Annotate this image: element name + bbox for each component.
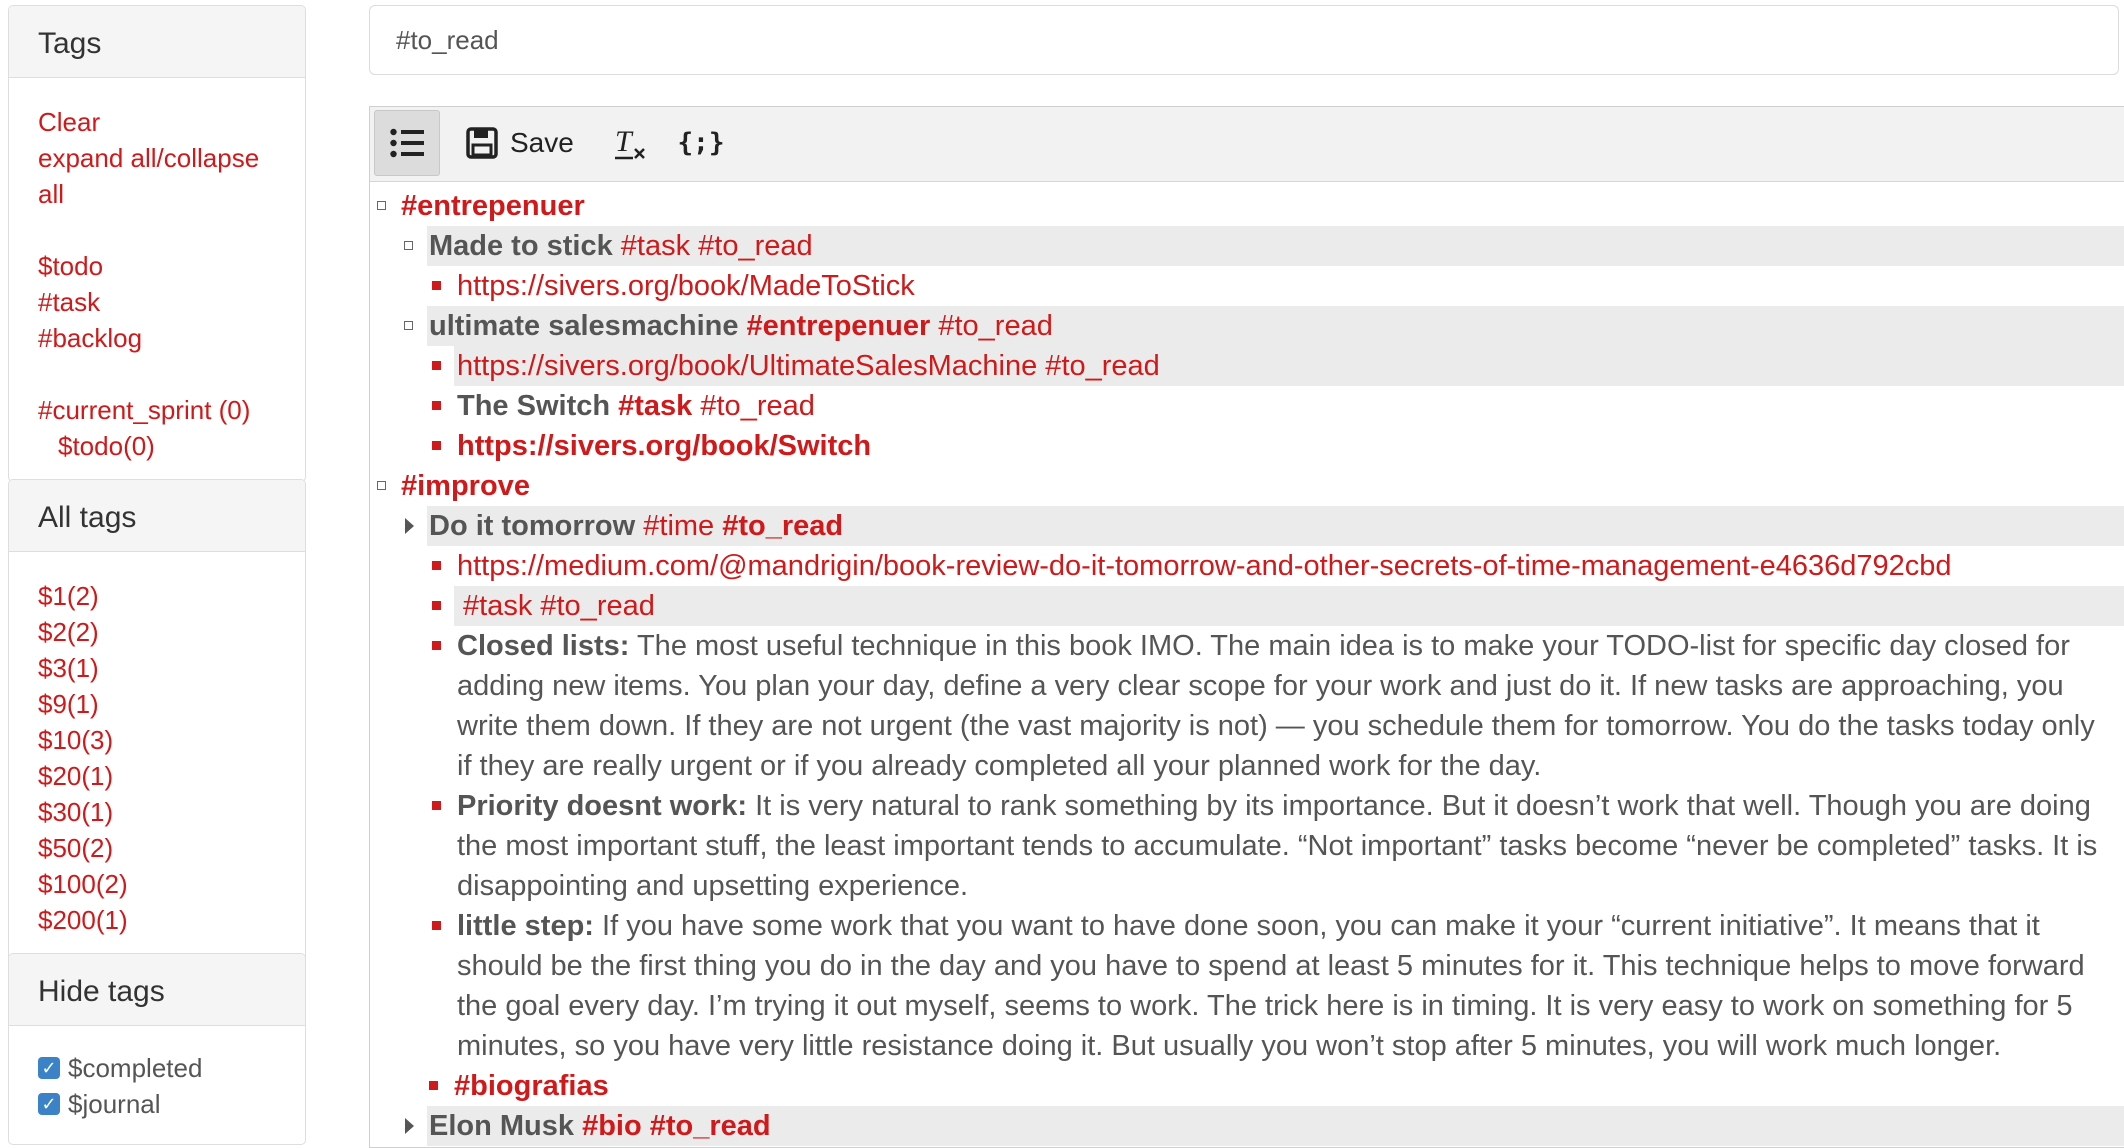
tag-sprint-todo[interactable]: $todo(0) — [58, 431, 155, 461]
link[interactable]: https://medium.com/@mandrigin/book-revie… — [457, 546, 1952, 586]
note-little-step[interactable]: little step: If you have some work that … — [457, 906, 2122, 1066]
hide-tags-panel-title: Hide tags — [9, 954, 305, 1026]
clear-formatting-button[interactable]: T — [606, 110, 656, 176]
note-closed-lists[interactable]: Closed lists: The most useful technique … — [457, 626, 2107, 786]
all-tag-item[interactable]: $200(1) — [38, 905, 128, 935]
code-label: {;} — [677, 128, 725, 158]
outline-node[interactable]: #task #to_read — [370, 586, 2124, 626]
link[interactable]: https://sivers.org/book/UltimateSalesMac… — [457, 346, 1160, 386]
outline-node-improve[interactable]: #improve — [370, 466, 2124, 506]
outline-editor: Save T {;} #entrepenuer Made to stick #t… — [369, 106, 2124, 1148]
bullet-icon — [429, 1081, 438, 1090]
bullet-icon — [432, 401, 441, 410]
all-tag-item[interactable]: $9(1) — [38, 689, 99, 719]
collapse-square-icon[interactable] — [377, 481, 386, 490]
expand-arrow-icon[interactable] — [405, 1118, 414, 1134]
all-tag-item[interactable]: $2(2) — [38, 617, 99, 647]
tags-panel-title: Tags — [9, 6, 305, 78]
all-tag-item[interactable]: $30(1) — [38, 797, 113, 827]
hide-tag-journal[interactable]: ✓ $journal — [38, 1086, 305, 1122]
sidebar: Tags Clear expand all/collapse all $todo… — [8, 5, 306, 1145]
checkbox-checked-icon[interactable]: ✓ — [38, 1057, 60, 1080]
outline-node-entrepenuer[interactable]: #entrepenuer — [370, 186, 2124, 226]
outline-node[interactable]: https://medium.com/@mandrigin/book-revie… — [370, 546, 2124, 586]
tag-task[interactable]: #task — [38, 287, 100, 317]
svg-text:T: T — [615, 125, 634, 158]
all-tags-panel-title: All tags — [9, 480, 305, 552]
search-input[interactable] — [369, 5, 2119, 75]
outline-node[interactable]: ultimate salesmachine #entrepenuer #to_r… — [370, 306, 2124, 346]
hide-tags-panel: Hide tags ✓ $completed ✓ $journal — [8, 953, 306, 1145]
note-priority[interactable]: Priority doesnt work: It is very natural… — [457, 786, 2107, 906]
tags-panel: Tags Clear expand all/collapse all $todo… — [8, 5, 306, 482]
list-view-button[interactable] — [374, 110, 440, 176]
outline-node[interactable]: https://sivers.org/book/MadeToStick — [370, 266, 2124, 306]
all-tag-item[interactable]: $10(3) — [38, 725, 113, 755]
bullet-list-icon — [390, 128, 424, 158]
collapse-square-icon[interactable] — [377, 201, 386, 210]
bullet-icon — [432, 361, 441, 370]
expand-collapse-link-cont[interactable]: all — [38, 179, 64, 209]
outline-node[interactable]: The Switch #task #to_read — [370, 386, 2124, 426]
clear-formatting-icon: T — [615, 125, 645, 160]
collapse-square-icon[interactable] — [404, 321, 413, 330]
tag-current-sprint[interactable]: #current_sprint (0) — [38, 395, 250, 425]
collapse-square-icon[interactable] — [404, 241, 413, 250]
bullet-icon — [432, 921, 441, 930]
all-tag-item[interactable]: $1(2) — [38, 581, 99, 611]
outline-node[interactable]: Elon Musk #bio #to_read — [370, 1106, 2124, 1146]
save-label: Save — [510, 127, 574, 158]
hide-tag-completed[interactable]: ✓ $completed — [38, 1050, 305, 1086]
bullet-icon — [432, 601, 441, 610]
all-tag-item[interactable]: $100(2) — [38, 869, 128, 899]
floppy-disk-icon — [466, 127, 498, 159]
outline-node[interactable]: Made to stick #task #to_read — [370, 226, 2124, 266]
outline-node[interactable]: #biografias — [370, 1066, 2124, 1106]
editor-toolbar: Save T {;} — [370, 107, 2124, 182]
all-tag-item[interactable]: $3(1) — [38, 653, 99, 683]
tag-backlog[interactable]: #backlog — [38, 323, 142, 353]
all-tags-panel: All tags $1(2) $2(2) $3(1) $9(1) $10(3) … — [8, 479, 306, 961]
all-tag-item[interactable]: $50(2) — [38, 833, 113, 863]
tag-todo[interactable]: $todo — [38, 251, 103, 281]
bullet-icon — [432, 801, 441, 810]
clear-link[interactable]: Clear — [38, 107, 100, 137]
code-view-button[interactable]: {;} — [676, 110, 726, 176]
expand-collapse-link[interactable]: expand all/collapse — [38, 143, 259, 173]
outline-node[interactable]: Do it tomorrow #time #to_read — [370, 506, 2124, 546]
link[interactable]: https://sivers.org/book/Switch — [457, 426, 871, 466]
checkbox-checked-icon[interactable]: ✓ — [38, 1093, 60, 1116]
save-button[interactable]: Save — [460, 110, 580, 176]
bullet-icon — [432, 561, 441, 570]
link[interactable]: https://sivers.org/book/MadeToStick — [457, 266, 915, 306]
outline-node[interactable]: https://sivers.org/book/Switch — [370, 426, 2124, 466]
all-tag-item[interactable]: $20(1) — [38, 761, 113, 791]
bullet-icon — [432, 441, 441, 450]
outline-node[interactable]: https://sivers.org/book/UltimateSalesMac… — [370, 346, 2124, 386]
bullet-icon — [432, 641, 441, 650]
bullet-icon — [432, 281, 441, 290]
expand-arrow-icon[interactable] — [405, 518, 414, 534]
